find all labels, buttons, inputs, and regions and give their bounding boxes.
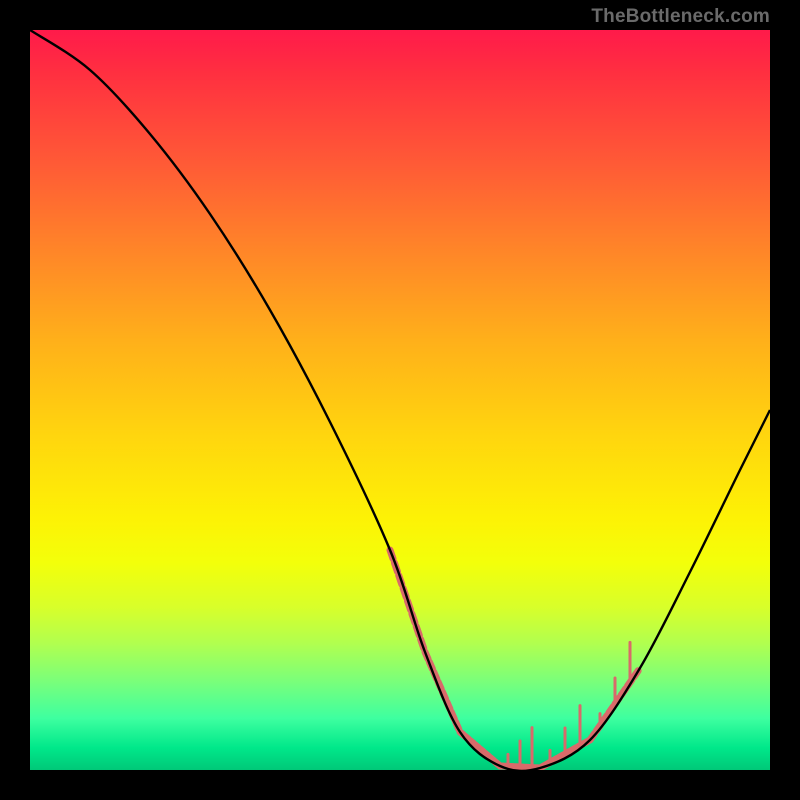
bottleneck-curve bbox=[30, 30, 770, 770]
chart-container: TheBottleneck.com bbox=[0, 0, 800, 800]
plot-area bbox=[30, 30, 770, 770]
watermark-text: TheBottleneck.com bbox=[591, 6, 770, 28]
chart-svg bbox=[30, 30, 770, 770]
